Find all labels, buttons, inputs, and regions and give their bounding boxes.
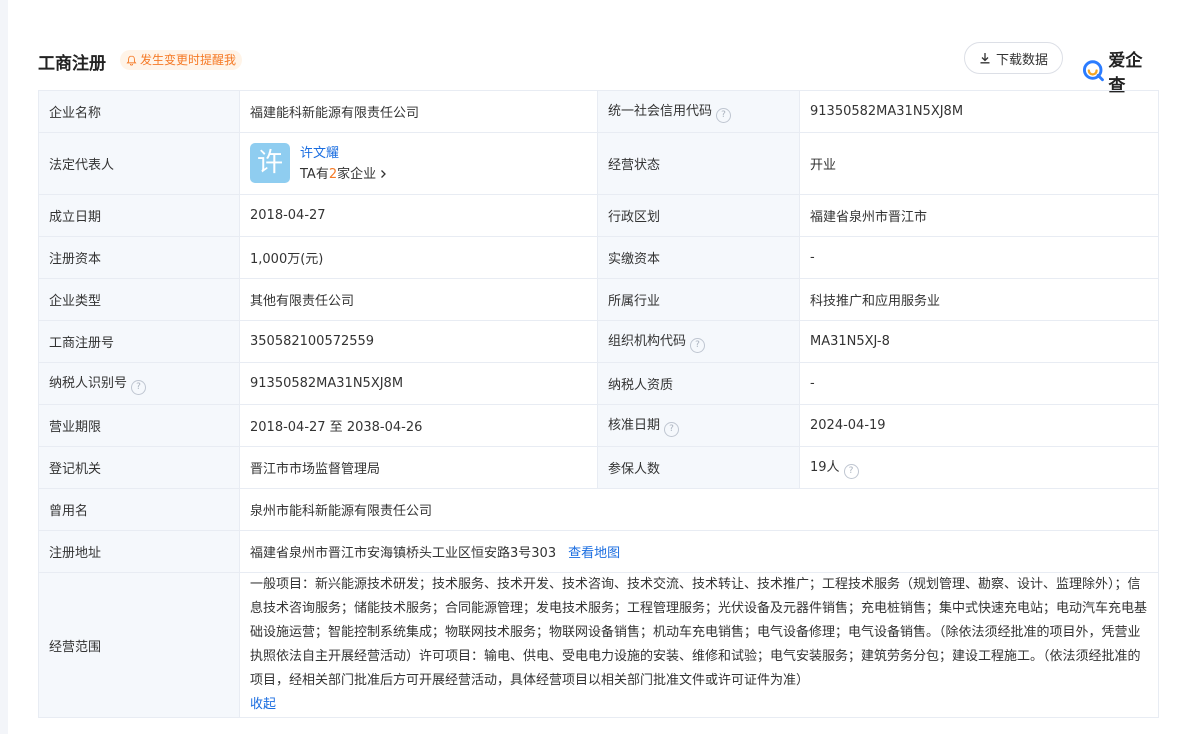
scope-cell: 一般项目：新兴能源技术研发；技术服务、技术开发、技术咨询、技术交流、技术转让、技… <box>239 572 1159 718</box>
legal-rep-cell: 许 许文耀 TA有2家企业 <box>239 132 598 195</box>
region-label: 行政区划 <box>597 194 800 237</box>
table-row: 营业期限 2018-04-27 至 2038-04-26 核准日期? 2024-… <box>38 404 1159 447</box>
aiqicha-logo-icon <box>1082 60 1104 82</box>
brand-name: 爱企查 <box>1108 51 1143 96</box>
approval-value: 2024-04-19 <box>799 404 1159 447</box>
region-value: 福建省泉州市晋江市 <box>799 194 1159 237</box>
table-row: 注册资本 1,000万(元) 实缴资本 - <box>38 236 1159 279</box>
address-cell: 福建省泉州市晋江市安海镇桥头工业区恒安路3号303 查看地图 <box>239 530 1159 573</box>
section-header: 工商注册 发生变更时提醒我 下载数据 爱企查 <box>38 42 1158 96</box>
insured-value: 19人 <box>810 460 840 475</box>
help-icon[interactable]: ? <box>664 422 680 437</box>
scope-label: 经营范围 <box>38 572 240 718</box>
reg-capital-label: 注册资本 <box>38 236 240 279</box>
term-label: 营业期限 <box>38 404 240 447</box>
address-label: 注册地址 <box>38 530 240 573</box>
change-reminder-button[interactable]: 发生变更时提醒我 <box>120 50 243 70</box>
approval-label: 核准日期 <box>608 418 661 433</box>
bell-icon <box>126 55 137 66</box>
chevron-right-icon <box>381 169 387 178</box>
brand-logo: 爱企查 <box>1082 46 1158 96</box>
company-name-label: 企业名称 <box>38 90 240 133</box>
help-icon[interactable]: ? <box>131 380 147 395</box>
change-reminder-label: 发生变更时提醒我 <box>140 53 237 67</box>
address-value: 福建省泉州市晋江市安海镇桥头工业区恒安路3号303 <box>250 546 557 561</box>
company-name-value: 福建能科新能源有限责任公司 <box>239 90 598 133</box>
table-row: 曾用名 泉州市能科新能源有限责任公司 <box>38 488 1159 531</box>
table-row: 纳税人识别号? 91350582MA31N5XJ8M 纳税人资质 - <box>38 362 1159 405</box>
taxpayer-qual-label: 纳税人资质 <box>597 362 800 405</box>
view-map-link[interactable]: 查看地图 <box>568 546 620 561</box>
section-title: 工商注册 <box>38 54 106 74</box>
authority-value: 晋江市市场监督管理局 <box>239 446 598 489</box>
former-name-value: 泉州市能科新能源有限责任公司 <box>239 488 1159 531</box>
founded-value: 2018-04-27 <box>239 194 598 237</box>
help-icon[interactable]: ? <box>716 108 732 123</box>
table-row: 法定代表人 许 许文耀 TA有2家企业 经营状态 开业 <box>38 132 1159 195</box>
download-icon <box>980 53 990 64</box>
collapse-link[interactable]: 收起 <box>250 697 276 712</box>
term-value: 2018-04-27 至 2038-04-26 <box>239 404 598 447</box>
industry-label: 所属行业 <box>597 278 800 321</box>
taxpayer-qual-value: - <box>799 362 1159 405</box>
taxpayer-id-value: 91350582MA31N5XJ8M <box>239 362 598 405</box>
table-row: 工商注册号 350582100572559 组织机构代码? MA31N5XJ-8 <box>38 320 1159 363</box>
related-suffix: 家企业 <box>337 166 377 182</box>
authority-label: 登记机关 <box>38 446 240 489</box>
table-row: 注册地址 福建省泉州市晋江市安海镇桥头工业区恒安路3号303 查看地图 <box>38 530 1159 573</box>
type-value: 其他有限责任公司 <box>239 278 598 321</box>
related-count: 2 <box>328 166 338 182</box>
paid-capital-label: 实缴资本 <box>597 236 800 279</box>
credit-code-label-cell: 统一社会信用代码? <box>597 90 800 133</box>
table-row: 经营范围 一般项目：新兴能源技术研发；技术服务、技术开发、技术咨询、技术交流、技… <box>38 572 1159 718</box>
org-code-label-cell: 组织机构代码? <box>597 320 800 363</box>
table-row: 登记机关 晋江市市场监督管理局 参保人数 19人? <box>38 446 1159 489</box>
paid-capital-value: - <box>799 236 1159 279</box>
type-label: 企业类型 <box>38 278 240 321</box>
table-row: 企业类型 其他有限责任公司 所属行业 科技推广和应用服务业 <box>38 278 1159 321</box>
reg-capital-value: 1,000万(元) <box>239 236 598 279</box>
reg-no-label: 工商注册号 <box>38 320 240 363</box>
credit-code-value: 91350582MA31N5XJ8M <box>799 90 1159 133</box>
insured-value-cell: 19人? <box>799 446 1159 489</box>
taxpayer-id-label-cell: 纳税人识别号? <box>38 362 240 405</box>
table-row: 企业名称 福建能科新能源有限责任公司 统一社会信用代码? 91350582MA3… <box>38 90 1159 133</box>
industry-value: 科技推广和应用服务业 <box>799 278 1159 321</box>
legal-rep-name-link[interactable]: 许文耀 <box>250 143 587 164</box>
insured-label: 参保人数 <box>597 446 800 489</box>
download-data-label: 下载数据 <box>996 52 1049 68</box>
registration-table: 企业名称 福建能科新能源有限责任公司 统一社会信用代码? 91350582MA3… <box>38 90 1159 718</box>
approval-label-cell: 核准日期? <box>597 404 800 447</box>
avatar[interactable]: 许 <box>250 142 290 183</box>
page-left-strip <box>0 0 8 734</box>
related-companies-link[interactable]: TA有2家企业 <box>250 164 587 185</box>
legal-rep-label: 法定代表人 <box>38 132 240 195</box>
founded-label: 成立日期 <box>38 194 240 237</box>
related-prefix: TA有 <box>300 166 329 182</box>
taxpayer-id-label: 纳税人识别号 <box>49 376 128 391</box>
status-label: 经营状态 <box>597 132 800 195</box>
credit-code-label: 统一社会信用代码 <box>608 104 713 119</box>
org-code-value: MA31N5XJ-8 <box>799 320 1159 363</box>
table-row: 成立日期 2018-04-27 行政区划 福建省泉州市晋江市 <box>38 194 1159 237</box>
download-data-button[interactable]: 下载数据 <box>964 42 1064 74</box>
reg-no-value: 350582100572559 <box>239 320 598 363</box>
help-icon[interactable]: ? <box>690 338 706 353</box>
org-code-label: 组织机构代码 <box>608 334 687 349</box>
status-value: 开业 <box>799 132 1159 195</box>
scope-value: 一般项目：新兴能源技术研发；技术服务、技术开发、技术咨询、技术交流、技术转让、技… <box>250 577 1148 688</box>
help-icon[interactable]: ? <box>843 464 859 479</box>
former-name-label: 曾用名 <box>38 488 240 531</box>
